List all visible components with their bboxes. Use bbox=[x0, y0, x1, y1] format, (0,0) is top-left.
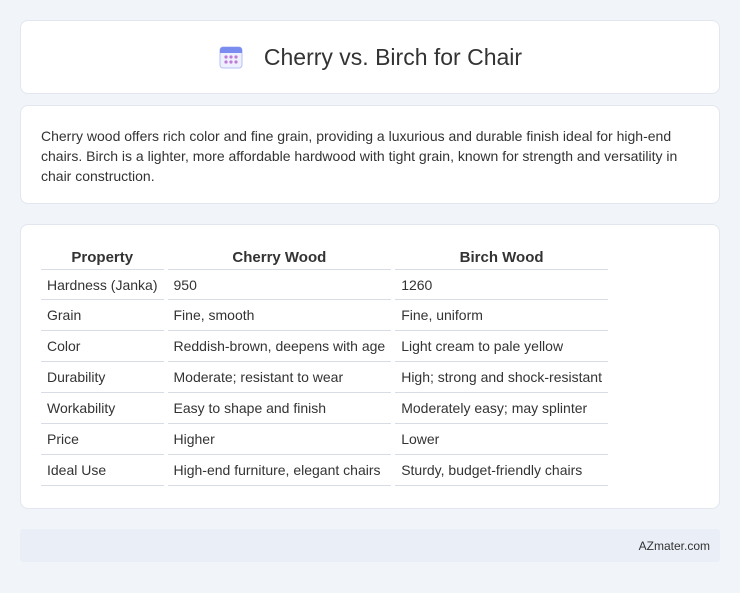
column-header: Property bbox=[71, 249, 134, 266]
page-title: Cherry vs. Birch for Chair bbox=[263, 43, 523, 70]
table-row: Color Reddish-brown, deepens with age Li… bbox=[41, 331, 608, 362]
birch-cell: Moderately easy; may splinter bbox=[395, 393, 608, 424]
footer-brand: AZmater.com bbox=[638, 538, 710, 553]
calendar-icon bbox=[219, 46, 243, 69]
birch-cell: High; strong and shock-resistant bbox=[395, 362, 608, 393]
column-header: Birch Wood bbox=[459, 249, 544, 266]
cherry-cell: Reddish-brown, deepens with age bbox=[167, 331, 392, 362]
table-row: Grain Fine, smooth Fine, uniform bbox=[41, 300, 608, 331]
cherry-cell: Fine, smooth bbox=[167, 300, 392, 331]
property-cell: Color bbox=[41, 331, 164, 362]
property-cell: Grain bbox=[41, 300, 164, 331]
property-cell: Price bbox=[41, 424, 164, 455]
cherry-cell: High-end furniture, elegant chairs bbox=[167, 455, 392, 486]
comparison-card: Property Cherry Wood Birch Wood Hardness… bbox=[20, 224, 720, 509]
footer: AZmater.com bbox=[20, 529, 720, 562]
cherry-cell: Moderate; resistant to wear bbox=[167, 362, 392, 393]
title-card: Cherry vs. Birch for Chair bbox=[20, 20, 720, 94]
table-row: Hardness (Janka) 950 1260 bbox=[41, 269, 608, 300]
cherry-cell: 950 bbox=[167, 269, 392, 300]
birch-cell: Lower bbox=[395, 424, 608, 455]
table-header-row: Property Cherry Wood Birch Wood bbox=[41, 245, 608, 269]
property-cell: Ideal Use bbox=[41, 455, 164, 486]
cherry-cell: Higher bbox=[167, 424, 392, 455]
comparison-table: Property Cherry Wood Birch Wood Hardness… bbox=[37, 245, 612, 486]
property-cell: Durability bbox=[41, 362, 164, 393]
table-row: Durability Moderate; resistant to wear H… bbox=[41, 362, 608, 393]
birch-cell: Sturdy, budget-friendly chairs bbox=[395, 455, 608, 486]
table-row: Ideal Use High-end furniture, elegant ch… bbox=[41, 455, 608, 486]
birch-cell: Fine, uniform bbox=[395, 300, 608, 331]
table-row: Price Higher Lower bbox=[41, 424, 608, 455]
table-row: Workability Easy to shape and finish Mod… bbox=[41, 393, 608, 424]
birch-cell: 1260 bbox=[395, 269, 608, 300]
birch-cell: Light cream to pale yellow bbox=[395, 331, 608, 362]
property-cell: Workability bbox=[41, 393, 164, 424]
cherry-cell: Easy to shape and finish bbox=[167, 393, 392, 424]
column-header: Cherry Wood bbox=[232, 249, 327, 266]
intro-text: Cherry wood offers rich color and fine g… bbox=[41, 128, 678, 184]
intro-card: Cherry wood offers rich color and fine g… bbox=[20, 105, 720, 204]
property-cell: Hardness (Janka) bbox=[41, 269, 164, 300]
